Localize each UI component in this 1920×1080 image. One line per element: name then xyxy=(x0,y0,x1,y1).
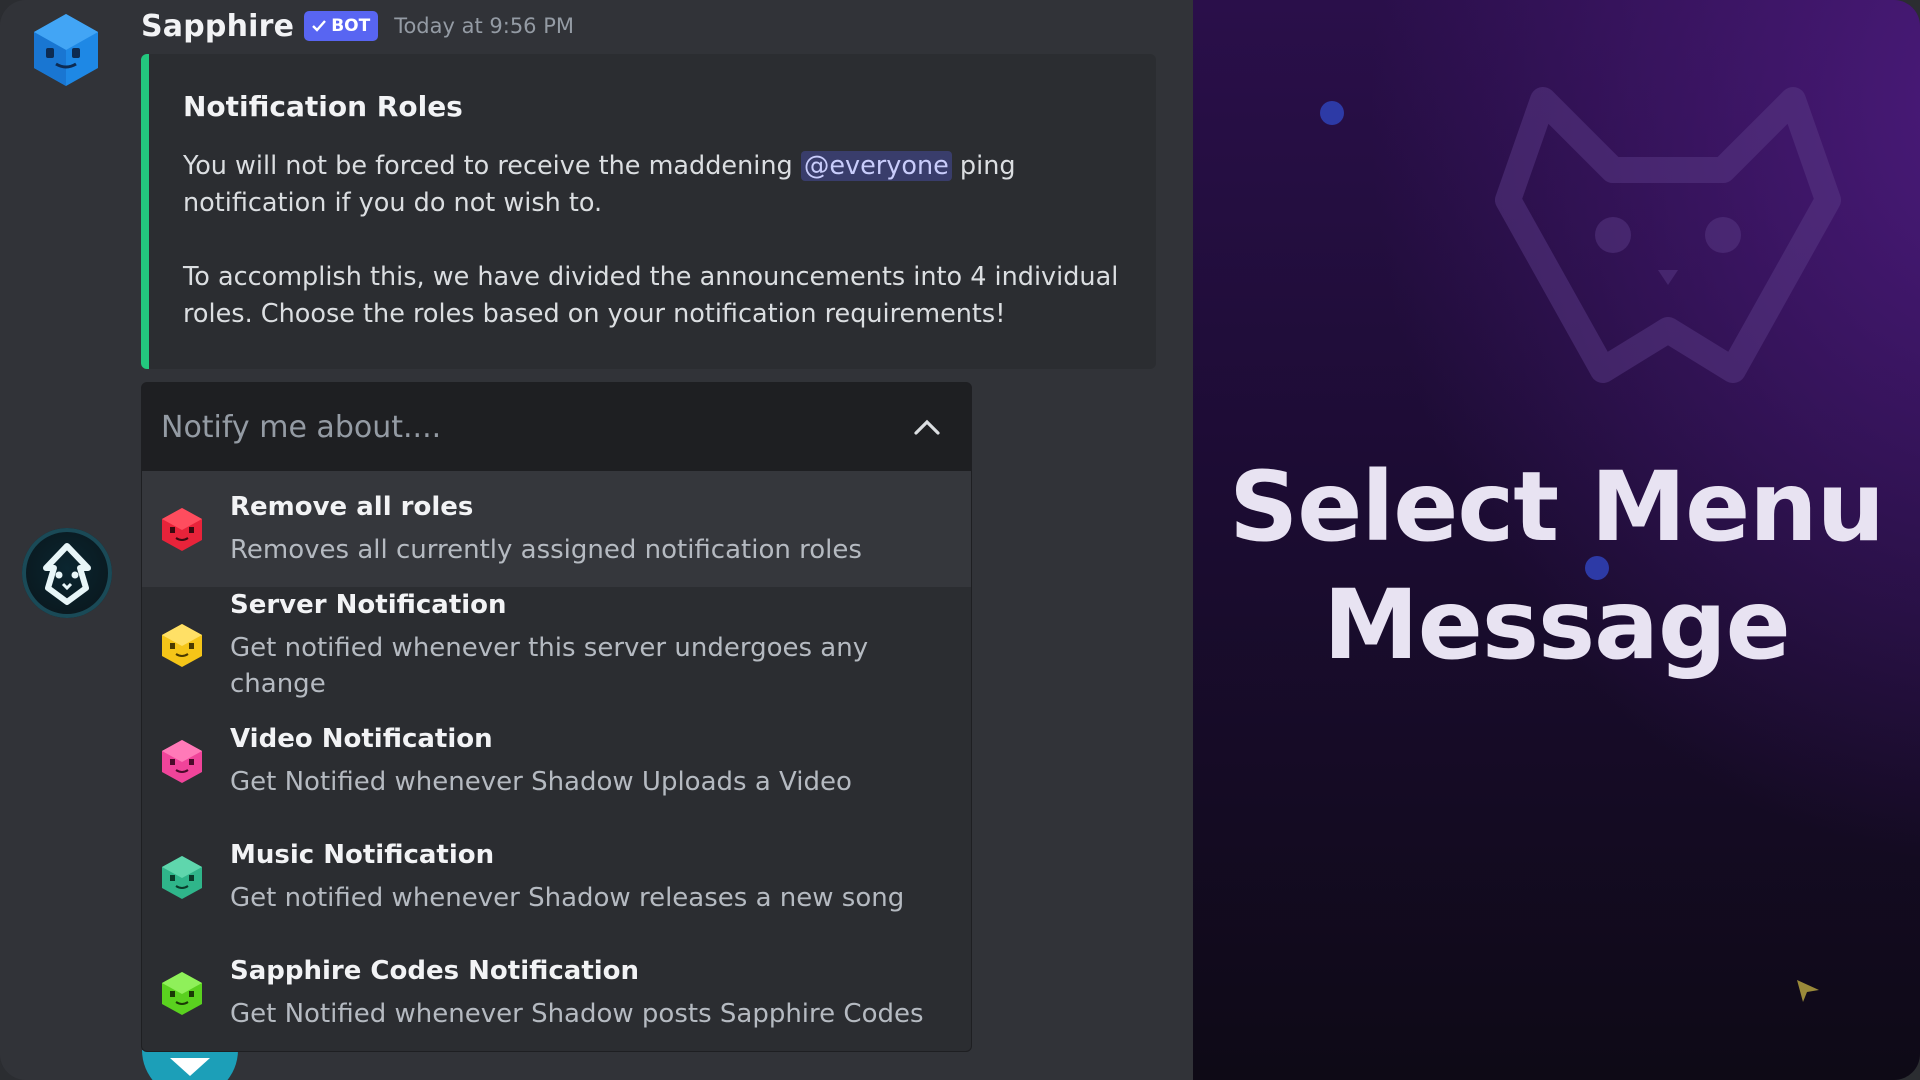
decor-dot xyxy=(1320,101,1344,125)
option-description: Removes all currently assigned notificat… xyxy=(230,535,862,565)
option-label: Video Notification xyxy=(230,724,493,754)
yellow-cube-icon xyxy=(162,624,202,667)
select-option-remove-all-roles[interactable]: Remove all roles Removes all currently a… xyxy=(142,471,971,587)
embed-text: To accomplish this, we have divided the … xyxy=(183,262,1119,329)
verified-check-icon xyxy=(312,20,327,32)
green-cube-icon xyxy=(162,972,202,1015)
option-description: Get notified whenever Shadow releases a … xyxy=(230,883,905,913)
chevron-up-icon[interactable] xyxy=(909,409,945,445)
option-description: Get Notified whenever Shadow posts Sapph… xyxy=(230,999,924,1029)
select-option-sapphire-codes-notification[interactable]: Sapphire Codes Notification Get Notified… xyxy=(142,935,971,1051)
everyone-mention[interactable]: @everyone xyxy=(800,151,952,181)
wolf-watermark-icon xyxy=(1495,87,1841,383)
chat-area: Sapphire BOT Today at 9:56 PM Notificati… xyxy=(0,0,1193,1080)
embed: Notification Roles You will not be force… xyxy=(141,54,1156,369)
panel-title-line: Message xyxy=(1323,569,1791,681)
title-panel: Select Menu Message xyxy=(1193,0,1920,1080)
cursor-icon xyxy=(1797,980,1819,1002)
select-option-server-notification[interactable]: Server Notification Get notified wheneve… xyxy=(142,587,971,703)
message-timestamp: Today at 9:56 PM xyxy=(394,14,575,38)
select-option-video-notification[interactable]: Video Notification Get Notified whenever… xyxy=(142,703,971,819)
app-frame: Sapphire BOT Today at 9:56 PM Notificati… xyxy=(0,0,1920,1080)
embed-title: Notification Roles xyxy=(183,90,463,123)
teal-cube-icon xyxy=(162,856,202,899)
embed-text: You will not be forced to receive the ma… xyxy=(183,151,801,181)
option-label: Music Notification xyxy=(230,840,495,870)
panel-title-line: Select Menu xyxy=(1229,451,1885,563)
option-label: Server Notification xyxy=(230,590,507,620)
option-description: Get Notified whenever Shadow Uploads a V… xyxy=(230,767,852,797)
notify-select-menu[interactable]: Notify me about.... Remove all roles Rem… xyxy=(141,382,972,1052)
bot-avatar[interactable] xyxy=(28,12,104,88)
select-menu-trigger[interactable]: Notify me about.... xyxy=(142,383,971,471)
pink-cube-icon xyxy=(162,740,202,783)
user-avatar[interactable] xyxy=(22,528,112,618)
option-label: Remove all roles xyxy=(230,492,474,522)
option-label: Sapphire Codes Notification xyxy=(230,956,640,986)
select-placeholder: Notify me about.... xyxy=(161,409,442,445)
embed-description: You will not be forced to receive the ma… xyxy=(183,148,1153,333)
username[interactable]: Sapphire xyxy=(141,9,294,44)
wolf-logo-icon xyxy=(43,543,91,605)
next-message-avatar xyxy=(142,1050,238,1080)
select-option-music-notification[interactable]: Music Notification Get notified whenever… xyxy=(142,819,971,935)
red-cube-icon xyxy=(162,508,202,551)
message-header: Sapphire BOT Today at 9:56 PM xyxy=(141,6,574,46)
bot-badge-label: BOT xyxy=(331,16,371,36)
bot-badge: BOT xyxy=(304,11,379,41)
option-description: Get notified whenever this server underg… xyxy=(230,633,869,699)
select-options-list: Remove all roles Removes all currently a… xyxy=(142,471,971,1051)
panel-title: Select Menu Message xyxy=(1193,448,1920,684)
